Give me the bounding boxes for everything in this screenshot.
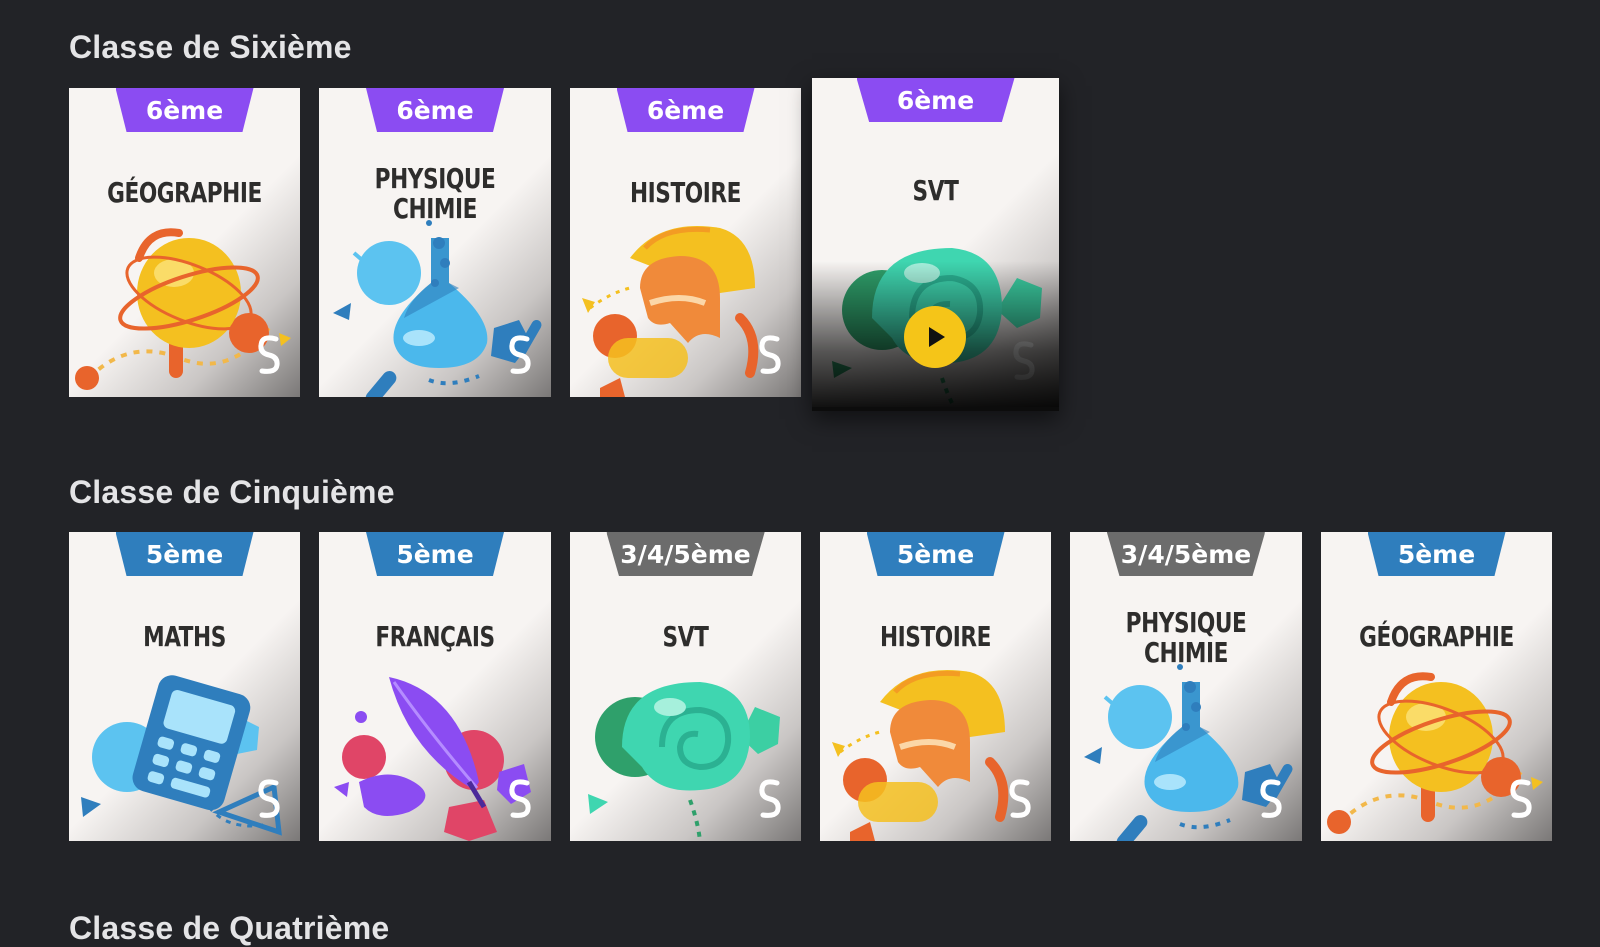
level-badge: 6ème xyxy=(366,88,504,132)
course-card-geographie-5[interactable]: 5ème GÉOGRAPHIE xyxy=(1321,532,1552,841)
schoolmouv-logo-icon xyxy=(509,335,531,374)
course-card-histoire-6[interactable]: 6ème HISTOIRE xyxy=(570,88,801,397)
level-badge: 5ème xyxy=(866,532,1005,576)
schoolmouv-logo-icon xyxy=(258,779,280,818)
schoolmouv-logo-icon xyxy=(759,335,781,374)
subject-title: GÉOGRAPHIE xyxy=(107,176,262,209)
level-badge: 5ème xyxy=(115,532,254,576)
subject-title: FRANÇAIS xyxy=(375,620,495,653)
course-card-physique-chimie-6[interactable]: 6ème PHYSIQUE CHIMIE xyxy=(319,88,551,397)
level-badge: 5ème xyxy=(1367,532,1506,576)
subject-title: SVT xyxy=(912,174,959,207)
level-badge: 6ème xyxy=(856,78,1015,122)
course-card-svt-6[interactable]: 6ème SVT xyxy=(812,78,1059,411)
play-icon xyxy=(929,327,945,347)
subject-title: GÉOGRAPHIE xyxy=(1359,620,1514,653)
level-badge: 6ème xyxy=(616,88,755,132)
course-card-histoire-5[interactable]: 5ème HISTOIRE xyxy=(820,532,1051,841)
course-card-svt-5[interactable]: 3/4/5ème SVT xyxy=(570,532,801,841)
subject-title: PHYSIQUE CHIMIE xyxy=(374,162,496,225)
schoolmouv-logo-icon xyxy=(759,779,781,818)
level-badge: 3/4/5ème xyxy=(1106,532,1266,576)
schoolmouv-logo-icon xyxy=(258,335,280,374)
schoolmouv-logo-icon xyxy=(1260,779,1282,818)
schoolmouv-logo-icon xyxy=(509,779,531,818)
course-card-francais-5[interactable]: 5ème FRANÇAIS xyxy=(319,532,551,841)
subject-title: HISTOIRE xyxy=(879,620,992,653)
subject-title: MATHS xyxy=(143,620,226,653)
subject-title: HISTOIRE xyxy=(629,176,742,209)
schoolmouv-logo-icon xyxy=(1510,779,1532,818)
section-title-cinquieme: Classe de Cinquième xyxy=(69,474,395,510)
level-badge: 3/4/5ème xyxy=(606,532,765,576)
level-badge: 6ème xyxy=(115,88,254,132)
subject-title: PHYSIQUE CHIMIE xyxy=(1125,606,1247,669)
play-button[interactable] xyxy=(904,306,966,368)
course-card-physique-chimie-5[interactable]: 3/4/5ème PHYSIQUE CHIMIE xyxy=(1070,532,1302,841)
subject-title: SVT xyxy=(662,620,709,653)
section-title-sixieme: Classe de Sixième xyxy=(69,29,352,65)
course-card-maths-5[interactable]: 5ème MATHS xyxy=(69,532,300,841)
schoolmouv-logo-icon xyxy=(1009,779,1031,818)
level-badge: 5ème xyxy=(366,532,504,576)
course-card-geographie-6[interactable]: 6ème GÉOGRAPHIE xyxy=(69,88,300,397)
progress-bar xyxy=(812,407,1059,411)
